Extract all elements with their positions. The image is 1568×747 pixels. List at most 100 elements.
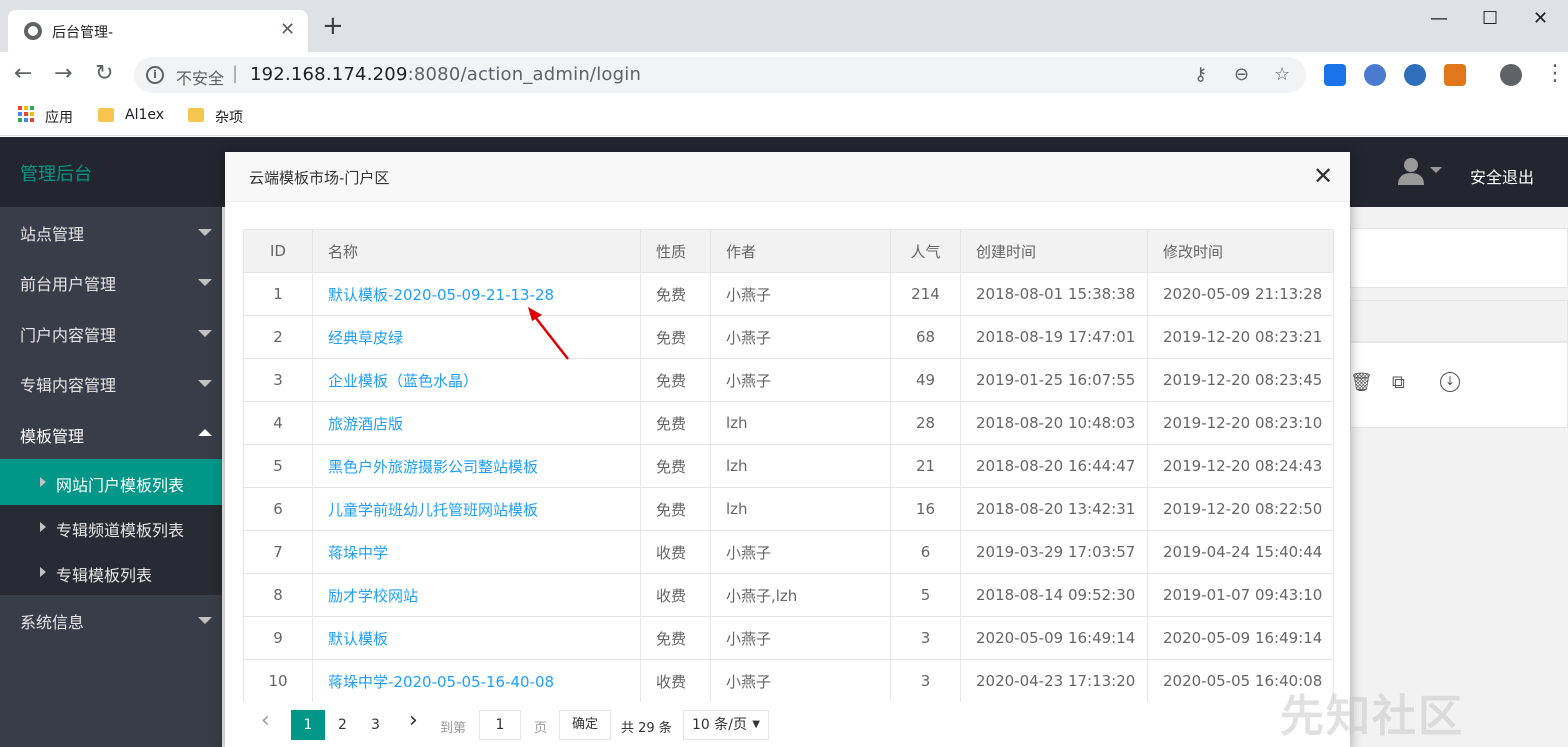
goto-page-input[interactable]: 1: [479, 710, 521, 740]
template-link[interactable]: 蒋垛中学-2020-05-05-16-40-08: [328, 673, 554, 691]
address-bar[interactable]: i 不安全 | 192.168.174.209:8080/action_admi…: [134, 57, 1306, 93]
cell-author: 小燕子: [710, 616, 891, 660]
table-row: 10 蒋垛中学-2020-05-05-16-40-08 收费 小燕子 3 2020-04-…: [243, 659, 1334, 703]
browser-tab-bar: 后台管理- ✕ + — ☐ ✕: [0, 0, 1568, 52]
browser-toolbar: ← → ↻ i 不安全 | 192.168.174.209:8080/actio…: [0, 52, 1568, 98]
prev-page-icon[interactable]: ‹: [261, 708, 270, 733]
word-extension-icon[interactable]: [1324, 64, 1346, 86]
col-modified: 修改时间: [1147, 229, 1334, 273]
sub-label: 专辑模板列表: [56, 566, 153, 585]
page-1[interactable]: 1: [291, 710, 325, 740]
col-created: 创建时间: [960, 229, 1148, 273]
template-link[interactable]: 默认模板: [328, 630, 388, 648]
sidebar-item-portal-content[interactable]: 门户内容管理: [20, 322, 116, 346]
cell-author: 小燕子: [710, 530, 891, 574]
cell-author: 小燕子: [710, 358, 891, 402]
profile-icon[interactable]: [1500, 64, 1522, 86]
cell-author: lzh: [710, 444, 891, 488]
cell-name[interactable]: 励才学校网站: [312, 573, 641, 617]
sidebar-sub-album-templates[interactable]: 专辑模板列表: [40, 562, 152, 586]
template-link[interactable]: 经典草皮绿: [328, 329, 403, 347]
apps-icon[interactable]: [18, 106, 34, 122]
sidebar-sub-channel-templates[interactable]: 专辑频道模板列表: [40, 517, 184, 541]
cell-name[interactable]: 儿童学前班幼儿托管班网站模板: [312, 487, 641, 531]
forward-icon[interactable]: →: [54, 62, 72, 86]
cell-name[interactable]: 蒋垛中学-2020-05-05-16-40-08: [312, 659, 641, 703]
reload-icon[interactable]: ↻: [95, 62, 113, 86]
modal-header: 云端模板市场-门户区 ✕: [225, 152, 1350, 202]
cell-type: 免费: [640, 616, 711, 660]
page-3[interactable]: 3: [371, 717, 380, 733]
new-tab-button[interactable]: +: [322, 13, 344, 39]
template-link[interactable]: 励才学校网站: [328, 587, 418, 605]
user-avatar-icon[interactable]: [1398, 157, 1424, 185]
template-link[interactable]: 旅游酒店版: [328, 415, 403, 433]
maximize-icon[interactable]: ☐: [1482, 8, 1498, 29]
copy-icon[interactable]: ⧉: [1392, 372, 1405, 393]
zoom-icon[interactable]: ⊖: [1234, 64, 1249, 85]
tab-close-icon[interactable]: ✕: [280, 19, 295, 40]
minimize-icon[interactable]: —: [1430, 8, 1448, 29]
key-icon[interactable]: ⚷: [1194, 64, 1207, 85]
col-author: 作者: [710, 229, 891, 273]
sidebar-sub-portal-templates[interactable]: 网站门户模板列表: [40, 472, 184, 496]
globe-extension-icon[interactable]: [1364, 64, 1386, 86]
chevron-down-icon: [198, 229, 212, 236]
cell-id: 4: [243, 401, 313, 445]
content-header: [1350, 228, 1568, 288]
back-icon[interactable]: ←: [14, 62, 32, 86]
cell-created: 2018-08-01 15:38:38: [960, 272, 1148, 316]
cell-name[interactable]: 经典草皮绿: [312, 315, 641, 359]
template-link[interactable]: 企业模板（蓝色水晶）: [328, 372, 478, 390]
bookmark-misc[interactable]: 杂项: [215, 107, 243, 127]
sidebar-item-templates[interactable]: 模板管理: [20, 423, 84, 447]
template-link[interactable]: 儿童学前班幼儿托管班网站模板: [328, 501, 538, 519]
confirm-button[interactable]: 确定: [559, 710, 611, 740]
cell-modified: 2020-05-09 16:49:14: [1147, 616, 1334, 660]
cell-name[interactable]: 黑色户外旅游摄影公司整站模板: [312, 444, 641, 488]
cell-popularity: 3: [890, 659, 961, 703]
fox-extension-icon[interactable]: [1444, 64, 1466, 86]
close-icon[interactable]: ✕: [1313, 162, 1333, 190]
sidebar-item-site[interactable]: 站点管理: [20, 221, 84, 245]
template-link[interactable]: 蒋垛中学: [328, 544, 388, 562]
download-icon[interactable]: ↓: [1440, 372, 1460, 392]
cell-popularity: 6: [890, 530, 961, 574]
chevron-up-icon: [198, 429, 212, 436]
col-popularity: 人气: [890, 229, 961, 273]
cell-name[interactable]: 旅游酒店版: [312, 401, 641, 445]
per-page-select[interactable]: 10 条/页 ▼: [683, 710, 769, 740]
ie-extension-icon[interactable]: [1404, 64, 1426, 86]
sidebar-item-frontend-users[interactable]: 前台用户管理: [20, 271, 116, 295]
template-link[interactable]: 默认模板-2020-05-09-21-13-28: [328, 286, 554, 304]
template-link[interactable]: 黑色户外旅游摄影公司整站模板: [328, 458, 538, 476]
bookmark-apps[interactable]: 应用: [45, 107, 73, 127]
cell-name[interactable]: 蒋垛中学: [312, 530, 641, 574]
brand-logo[interactable]: 管理后台: [20, 160, 92, 186]
bookmark-al1ex[interactable]: Al1ex: [125, 107, 164, 123]
folder-icon: [188, 108, 204, 122]
cell-id: 6: [243, 487, 313, 531]
cell-name[interactable]: 默认模板-2020-05-09-21-13-28: [312, 272, 641, 316]
sidebar-item-album-content[interactable]: 专辑内容管理: [20, 372, 116, 396]
cell-name[interactable]: 默认模板: [312, 616, 641, 660]
cell-created: 2019-03-29 17:03:57: [960, 530, 1148, 574]
total-count: 共 29 条: [621, 721, 672, 736]
cell-name[interactable]: 企业模板（蓝色水晶）: [312, 358, 641, 402]
delete-icon[interactable]: 🗑: [1350, 372, 1373, 393]
table-row: 3 企业模板（蓝色水晶） 免费 小燕子 49 2019-01-25 16:07:55 201…: [243, 358, 1334, 402]
window-close-icon[interactable]: ✕: [1533, 8, 1548, 29]
sub-label: 网站门户模板列表: [56, 476, 185, 495]
user-dropdown-caret-icon[interactable]: [1430, 167, 1442, 173]
star-icon[interactable]: ☆: [1274, 64, 1290, 85]
next-page-icon[interactable]: ›: [409, 708, 418, 733]
browser-tab[interactable]: 后台管理- ✕: [8, 10, 308, 52]
page-2[interactable]: 2: [338, 717, 347, 733]
info-icon[interactable]: i: [146, 66, 164, 84]
chevron-down-icon: [198, 617, 212, 624]
col-type: 性质: [640, 229, 711, 273]
sidebar-item-system-info[interactable]: 系统信息: [20, 609, 84, 633]
cell-popularity: 28: [890, 401, 961, 445]
logout-link[interactable]: 安全退出: [1470, 164, 1534, 188]
menu-icon[interactable]: ⋮: [1544, 62, 1566, 86]
